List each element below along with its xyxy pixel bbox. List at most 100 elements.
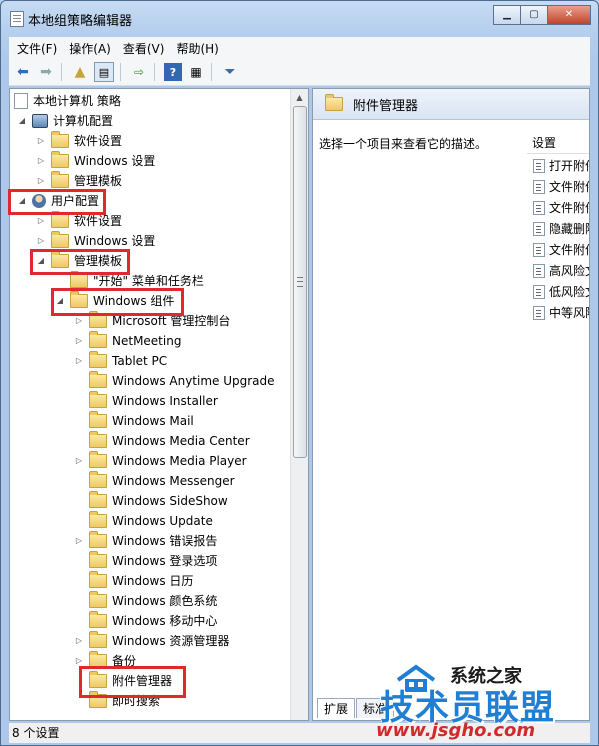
tree-node-component[interactable]: Windows Anytime Upgrade bbox=[73, 371, 275, 391]
tree-node-label: NetMeeting bbox=[112, 334, 182, 348]
folder-icon bbox=[89, 391, 107, 408]
folder-icon bbox=[89, 571, 107, 588]
highlight-user-config bbox=[8, 189, 106, 215]
tree-scrollbar[interactable]: ▲ bbox=[290, 89, 308, 720]
folder-icon bbox=[89, 311, 107, 328]
watermark-url: www.jsgho.com bbox=[376, 720, 536, 741]
setting-icon bbox=[533, 263, 545, 278]
details-title: 附件管理器 bbox=[353, 98, 419, 114]
collapse-arrow-icon[interactable]: ◢ bbox=[16, 111, 28, 131]
window-controls: ▁ ▢ ✕ bbox=[493, 5, 591, 25]
folder-icon bbox=[89, 591, 107, 608]
expand-arrow-icon[interactable]: ▷ bbox=[35, 231, 47, 251]
setting-icon bbox=[533, 221, 545, 236]
tree-node-component[interactable]: Windows Messenger bbox=[73, 471, 235, 491]
setting-row[interactable]: 文件附件 bbox=[527, 176, 589, 197]
tree-node-component[interactable]: Windows 颜色系统 bbox=[73, 591, 217, 611]
tree-node-component[interactable]: ▷ Windows 错误报告 bbox=[73, 531, 217, 551]
back-icon[interactable]: ⬅ bbox=[14, 63, 32, 81]
show-tree-icon[interactable]: ▤ bbox=[94, 62, 114, 82]
toolbar-separator bbox=[211, 63, 212, 81]
expand-arrow-icon[interactable]: ▷ bbox=[35, 171, 47, 191]
tree-node-component[interactable]: Windows Update bbox=[73, 511, 213, 531]
menu-view[interactable]: 查看(V) bbox=[115, 40, 169, 57]
tree-node-component[interactable]: Windows Installer bbox=[73, 391, 218, 411]
filter-icon[interactable]: ⏷ bbox=[221, 63, 239, 81]
tree-node-label: Windows 错误报告 bbox=[112, 534, 218, 548]
folder-icon bbox=[89, 631, 107, 648]
setting-label: 高风险文 bbox=[549, 264, 589, 278]
tree-node-cc-software[interactable]: ▷ 软件设置 bbox=[35, 131, 122, 151]
settings-column-header[interactable]: 设置 bbox=[527, 133, 589, 154]
tree-node-uc-windows[interactable]: ▷ Windows 设置 bbox=[35, 231, 155, 251]
setting-row[interactable]: 文件附件 bbox=[527, 239, 589, 260]
tree-node-component[interactable]: Windows Media Center bbox=[73, 431, 250, 451]
tree-node-label: Windows Messenger bbox=[112, 474, 235, 488]
setting-label: 隐藏删除 bbox=[549, 222, 589, 236]
setting-row[interactable]: 文件附件 bbox=[527, 197, 589, 218]
expand-arrow-icon[interactable]: ▷ bbox=[35, 151, 47, 171]
menu-help[interactable]: 帮助(H) bbox=[168, 40, 222, 57]
expand-arrow-icon[interactable]: ▷ bbox=[73, 631, 85, 651]
setting-row[interactable]: 打开附件 bbox=[527, 155, 589, 176]
title-bar: 本地组策略编辑器 ▁ ▢ ✕ bbox=[1, 1, 598, 35]
setting-icon bbox=[533, 284, 545, 299]
tree-node-label: Windows 登录选项 bbox=[112, 554, 218, 568]
tree-node-cc-windows[interactable]: ▷ Windows 设置 bbox=[35, 151, 155, 171]
setting-row[interactable]: 隐藏删除 bbox=[527, 218, 589, 239]
tree-node-cc-admin[interactable]: ▷ 管理模板 bbox=[35, 171, 122, 191]
tree-node-label: Windows Anytime Upgrade bbox=[112, 374, 275, 388]
highlight-admin-templates bbox=[30, 249, 130, 275]
setting-label: 打开附件 bbox=[549, 159, 589, 173]
tree-node-component[interactable]: Windows 登录选项 bbox=[73, 551, 217, 571]
minimize-button[interactable]: ▁ bbox=[493, 5, 521, 25]
tree-node-component[interactable]: ▷ NetMeeting bbox=[73, 331, 181, 351]
tree-node-component[interactable]: Windows SideShow bbox=[73, 491, 228, 511]
expand-arrow-icon[interactable]: ▷ bbox=[73, 331, 85, 351]
expand-arrow-icon[interactable]: ▷ bbox=[73, 531, 85, 551]
tree-node-label: Windows Mail bbox=[112, 414, 194, 428]
tree-node-computer-config[interactable]: ◢ 计算机配置 bbox=[16, 111, 113, 131]
tree-node-label: Windows Update bbox=[112, 514, 213, 528]
export-icon[interactable]: ⇨ bbox=[130, 63, 148, 81]
setting-label: 中等风险 bbox=[549, 306, 589, 320]
setting-row[interactable]: 中等风险 bbox=[527, 302, 589, 323]
scroll-grip-icon bbox=[297, 277, 303, 287]
scroll-thumb[interactable] bbox=[293, 106, 307, 458]
expand-arrow-icon[interactable]: ▷ bbox=[73, 351, 85, 371]
properties-icon[interactable]: ▦ bbox=[187, 63, 205, 81]
up-folder-icon[interactable]: ▲ bbox=[71, 63, 89, 81]
setting-row[interactable]: 低风险文 bbox=[527, 281, 589, 302]
menu-file[interactable]: 文件(F) bbox=[9, 40, 61, 57]
tree-node-label: 软件设置 bbox=[74, 134, 123, 148]
expand-arrow-icon[interactable]: ▷ bbox=[73, 451, 85, 471]
tree-node-component[interactable]: Windows Mail bbox=[73, 411, 194, 431]
expand-arrow-icon[interactable]: ▷ bbox=[35, 131, 47, 151]
window: 本地组策略编辑器 ▁ ▢ ✕ 文件(F) 操作(A) 查看(V) 帮助(H) ⬅… bbox=[0, 0, 599, 746]
tree-node-component[interactable]: ▷ Windows 资源管理器 bbox=[73, 631, 229, 651]
maximize-button[interactable]: ▢ bbox=[520, 5, 548, 25]
tree-node-component[interactable]: ▷ Tablet PC bbox=[73, 351, 167, 371]
tree-node-label: Windows 移动中心 bbox=[112, 614, 218, 628]
setting-row[interactable]: 高风险文 bbox=[527, 260, 589, 281]
description-text: 选择一个项目来查看它的描述。 bbox=[319, 137, 488, 151]
folder-icon bbox=[89, 331, 107, 348]
forward-icon[interactable]: ➡ bbox=[37, 63, 55, 81]
tree-node-label: Windows 设置 bbox=[74, 234, 156, 248]
tab-extended[interactable]: 扩展 bbox=[317, 698, 356, 718]
folder-icon bbox=[89, 451, 107, 468]
tree-node-root[interactable]: 本地计算机 策略 bbox=[10, 91, 121, 111]
tree-node-label: Windows 设置 bbox=[74, 154, 156, 168]
folder-icon bbox=[89, 531, 107, 548]
tree-node-component[interactable]: ▷ Windows Media Player bbox=[73, 451, 247, 471]
watermark: 系统之家 技术员联盟 www.jsgho.com bbox=[370, 660, 598, 744]
tree-node-component[interactable]: Windows 移动中心 bbox=[73, 611, 217, 631]
tree-node-label: Tablet PC bbox=[112, 354, 168, 368]
help-icon[interactable]: ? bbox=[164, 63, 182, 81]
scroll-up-arrow-icon[interactable]: ▲ bbox=[291, 89, 308, 106]
close-button[interactable]: ✕ bbox=[547, 5, 591, 25]
menu-action[interactable]: 操作(A) bbox=[61, 40, 115, 57]
tree-node-component[interactable]: Windows 日历 bbox=[73, 571, 193, 591]
tree-node-label: 管理模板 bbox=[74, 174, 123, 188]
folder-icon bbox=[89, 511, 107, 528]
